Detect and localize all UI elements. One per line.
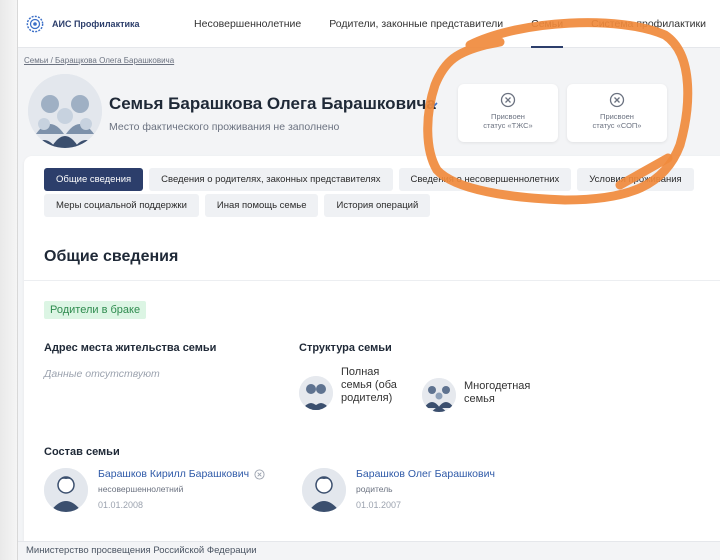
member-birthdate: 01.01.2008 xyxy=(98,500,144,510)
status-card-line1: Присвоен xyxy=(491,112,525,121)
nav-families[interactable]: Семьи xyxy=(517,0,577,48)
breadcrumb: Семьи / Баращкова Олега Барашковича xyxy=(24,56,174,65)
structure-label: Структура семьи xyxy=(299,342,392,354)
structure-item-full-family: Полная семья (оба родителя) xyxy=(299,366,411,410)
member-role: несовершеннолетний xyxy=(98,484,184,494)
address-value: Данные отсутствуют xyxy=(44,368,160,380)
nav-parents[interactable]: Родители, законные представители xyxy=(315,0,517,48)
section-title: Общие сведения xyxy=(44,248,179,265)
section-divider xyxy=(24,280,720,281)
status-card-line1: Присвоен xyxy=(600,112,634,121)
member-name-link[interactable]: Барашков Олег Барашкович xyxy=(356,468,495,480)
member-name-row: Барашков Олег Барашкович xyxy=(356,468,495,480)
avatar xyxy=(44,468,88,512)
status-card-line2: статус «СОП» xyxy=(592,121,642,130)
page-title: Семья Барашкова Олега Барашковича xyxy=(109,94,436,113)
family-icon xyxy=(299,376,333,410)
member-info: Барашков Кирилл Барашкович несовершеннол… xyxy=(98,468,265,510)
tab-history[interactable]: История операций xyxy=(324,194,431,217)
breadcrumb-current[interactable]: Баращкова Олега Барашковича xyxy=(55,56,174,65)
tab-other-help[interactable]: Иная помощь семье xyxy=(204,194,319,217)
family-header: Семья Барашкова Олега Барашковича Место … xyxy=(18,68,720,158)
family-member: Барашков Кирилл Барашкович несовершеннол… xyxy=(44,468,265,512)
family-group-icon xyxy=(28,74,102,148)
x-circle-icon xyxy=(609,92,625,108)
residence-subtitle: Место фактического проживания не заполне… xyxy=(109,121,340,133)
tab-social-support[interactable]: Меры социальной поддержки xyxy=(44,194,199,217)
status-badge: Родители в браке xyxy=(44,301,147,319)
family-member: Барашков Олег Барашкович родитель 01.01.… xyxy=(302,468,495,512)
avatar xyxy=(302,468,346,512)
family-avatar xyxy=(28,74,102,148)
x-circle-icon xyxy=(500,92,516,108)
app-logo[interactable]: АИС Профилактика xyxy=(26,15,180,33)
screen-bezel xyxy=(0,0,18,560)
structure-text: Многодетная семья xyxy=(464,380,531,405)
large-family-icon xyxy=(422,378,456,412)
address-label: Адрес места жительства семьи xyxy=(44,342,217,354)
tab-parents-info[interactable]: Сведения о родителях, законных представи… xyxy=(149,168,393,191)
chevron-down-icon[interactable] xyxy=(426,98,440,112)
tab-living-conditions[interactable]: Условия проживания xyxy=(577,168,694,191)
status-card-line2: статус «ТЖС» xyxy=(483,121,533,130)
tab-minors-info[interactable]: Сведения о несовершеннолетних xyxy=(398,168,572,191)
app-name: АИС Профилактика xyxy=(52,18,140,29)
member-info: Барашков Олег Барашкович родитель 01.01.… xyxy=(356,468,495,510)
structure-item-large-family: Многодетная семья xyxy=(422,378,554,412)
nav-minors[interactable]: Несовершеннолетние xyxy=(180,0,315,48)
app-window: АИС Профилактика Несовершеннолетние Роди… xyxy=(18,0,720,560)
tabs-row: Меры социальной поддержки Иная помощь се… xyxy=(44,194,431,217)
members-label: Состав семьи xyxy=(44,446,120,458)
nav-prevention-system[interactable]: Система профилактики xyxy=(577,0,720,48)
breadcrumb-families-link[interactable]: Семьи xyxy=(24,56,48,65)
member-role: родитель xyxy=(356,484,393,494)
x-circle-icon[interactable] xyxy=(254,468,265,480)
gear-emblem-icon xyxy=(26,15,44,32)
tabs-row: Общие сведения Сведения о родителях, зак… xyxy=(44,168,694,191)
member-name-link[interactable]: Барашков Кирилл Барашкович xyxy=(98,468,249,480)
content-panel: Общие сведения Сведения о родителях, зак… xyxy=(24,156,720,541)
status-card-sop[interactable]: Присвоен статус «СОП» xyxy=(567,84,667,142)
status-card-tzhs[interactable]: Присвоен статус «ТЖС» xyxy=(458,84,558,142)
member-name-row: Барашков Кирилл Барашкович xyxy=(98,468,265,480)
member-birthdate: 01.01.2007 xyxy=(356,500,402,510)
structure-text: Полная семья (оба родителя) xyxy=(341,366,397,404)
tab-general-info[interactable]: Общие сведения xyxy=(44,168,144,191)
footer: Министерство просвещения Российской Феде… xyxy=(18,541,720,560)
top-navigation: АИС Профилактика Несовершеннолетние Роди… xyxy=(18,0,720,48)
